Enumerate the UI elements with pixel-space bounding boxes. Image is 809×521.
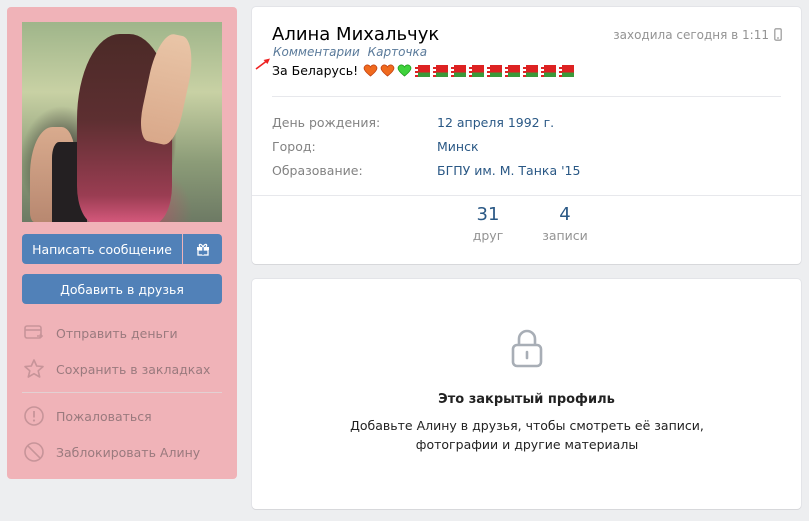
closed-profile-description: Добавьте Алину в друзья, чтобы смотреть … — [350, 418, 704, 452]
bookmark-item[interactable]: Сохранить в закладках — [22, 351, 222, 387]
closed-profile-card: Это закрытый профиль Добавьте Алину в др… — [252, 279, 801, 509]
belarus-flag-icon — [559, 64, 575, 77]
message-button-row: Написать сообщение — [22, 234, 222, 264]
avatar[interactable] — [22, 22, 222, 222]
orange-heart-icon — [363, 64, 378, 77]
lock-icon — [511, 329, 543, 368]
info-label: Образование: — [272, 163, 363, 178]
status-text: За Беларусь! — [272, 63, 575, 78]
counter-num: 4 — [559, 204, 571, 225]
belarus-flag-icon — [415, 64, 431, 77]
info-value[interactable]: БГПУ им. М. Танка '15 — [437, 163, 580, 178]
block-label: Заблокировать Алину — [56, 444, 201, 460]
divider — [272, 96, 781, 97]
counter-label: записи — [542, 228, 588, 243]
belarus-flag-icon — [487, 64, 503, 77]
left-column: Написать сообщение Добавить в друзья Отп… — [7, 7, 237, 479]
page-title: Алина Михальчук — [272, 24, 440, 45]
info-row-education: Образование: БГПУ им. М. Танка '15 — [272, 163, 580, 178]
info-row-city: Город: Минск — [272, 139, 479, 154]
green-heart-icon — [397, 64, 412, 77]
gift-icon — [196, 243, 209, 256]
send-money-item[interactable]: Отправить деньги — [22, 315, 222, 351]
add-friend-button[interactable]: Добавить в друзья — [22, 274, 222, 304]
mobile-icon — [774, 28, 782, 41]
red-arrow-icon — [255, 58, 270, 70]
counter-label: друг — [472, 228, 504, 243]
belarus-flag-icon — [541, 64, 557, 77]
info-label: День рождения: — [272, 115, 381, 130]
orange-heart-icon — [380, 64, 395, 77]
belarus-flag-icon — [469, 64, 485, 77]
comments-link[interactable]: Комментарии — [273, 45, 360, 59]
belarus-flag-icon — [451, 64, 467, 77]
info-row-birthday: День рождения: 12 апреля 1992 г. — [272, 115, 554, 130]
gift-button[interactable] — [183, 234, 222, 264]
belarus-flag-icon — [433, 64, 449, 77]
send-message-button[interactable]: Написать сообщение — [22, 234, 182, 264]
divider — [252, 195, 801, 196]
status-text-label: За Беларусь! — [272, 63, 359, 78]
block-item[interactable]: Заблокировать Алину — [22, 434, 222, 470]
status-links: Комментарии Карточка — [273, 45, 431, 59]
info-value[interactable]: 12 апреля 1992 г. — [437, 115, 554, 130]
profile-card: Алина Михальчук заходила сегодня в 1:11 … — [252, 7, 801, 264]
bookmark-label: Сохранить в закладках — [56, 361, 211, 377]
online-status: заходила сегодня в 1:11 — [613, 28, 769, 42]
menu-divider — [22, 392, 222, 393]
card-link[interactable]: Карточка — [368, 45, 428, 59]
counter-friends[interactable]: 31 друг — [450, 204, 527, 254]
menu-group-1: Отправить деньги Сохранить в закладках П… — [22, 315, 222, 470]
closed-profile-title: Это закрытый профиль — [438, 392, 615, 407]
warning-icon — [22, 404, 46, 428]
star-icon — [22, 357, 46, 381]
belarus-flag-icon — [523, 64, 539, 77]
counters: 31 друг 4 записи — [252, 204, 801, 254]
info-label: Город: — [272, 139, 316, 154]
counter-num: 31 — [476, 204, 500, 225]
block-icon — [22, 440, 46, 464]
info-value[interactable]: Минск — [437, 139, 479, 154]
report-item[interactable]: Пожаловаться — [22, 398, 222, 434]
belarus-flag-icon — [505, 64, 521, 77]
report-label: Пожаловаться — [56, 408, 152, 424]
counter-posts[interactable]: 4 записи — [527, 204, 604, 254]
send-money-label: Отправить деньги — [56, 325, 178, 341]
card-icon — [22, 321, 46, 345]
